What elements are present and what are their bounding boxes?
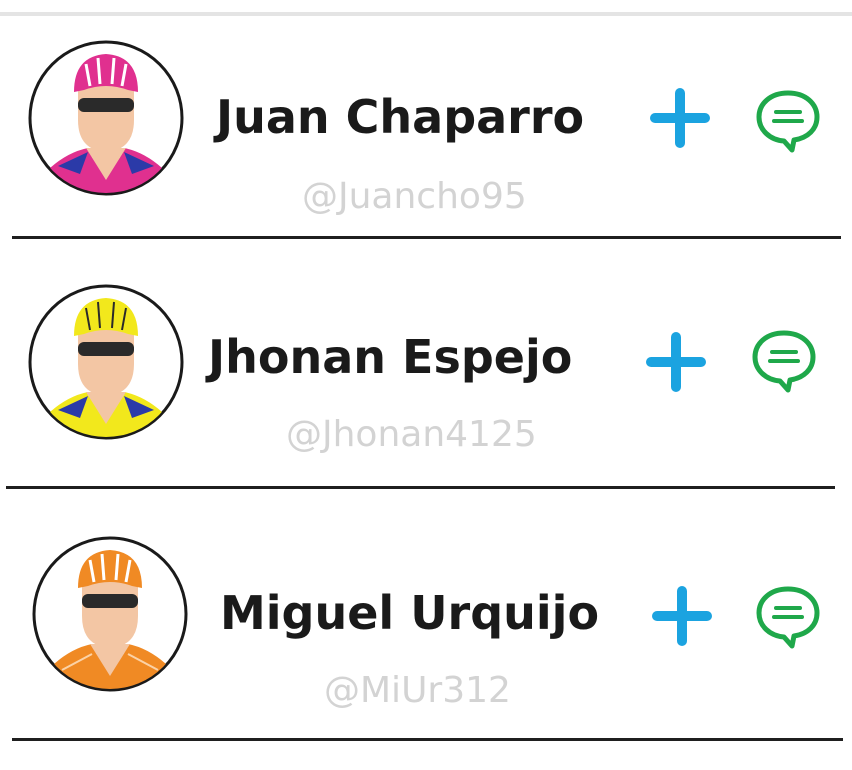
contact-handle: @Jhonan4125: [286, 414, 537, 455]
message-button[interactable]: [754, 584, 822, 650]
contact-list: Juan Chaparro @Juancho95 Jhonan Espejo @…: [0, 0, 852, 770]
contact-card[interactable]: Juan Chaparro @Juancho95: [0, 28, 852, 268]
contact-name: Jhonan Espejo: [208, 330, 573, 384]
cyclist-avatar-icon: [28, 40, 184, 196]
plus-icon: [652, 586, 712, 646]
row-divider: [6, 486, 835, 489]
add-contact-button[interactable]: [646, 84, 714, 152]
cyclist-avatar-icon: [28, 284, 184, 440]
add-contact-button[interactable]: [648, 582, 716, 650]
chat-bubble-icon: [756, 90, 820, 153]
top-divider: [0, 12, 852, 16]
avatar[interactable]: [28, 284, 184, 440]
contact-handle: @Juancho95: [302, 176, 527, 217]
contact-card[interactable]: Jhonan Espejo @Jhonan4125: [0, 276, 852, 516]
avatar[interactable]: [32, 536, 188, 692]
avatar[interactable]: [28, 40, 184, 196]
contact-name: Miguel Urquijo: [220, 586, 600, 640]
cyclist-avatar-icon: [32, 536, 188, 692]
contact-name: Juan Chaparro: [216, 90, 585, 144]
add-contact-button[interactable]: [642, 328, 710, 396]
row-divider: [12, 738, 843, 741]
message-button[interactable]: [754, 88, 822, 154]
chat-bubble-icon: [756, 586, 820, 649]
row-divider: [12, 236, 841, 239]
message-button[interactable]: [750, 328, 818, 394]
chat-bubble-icon: [752, 330, 816, 393]
plus-icon: [646, 332, 706, 392]
plus-icon: [650, 88, 710, 148]
contact-handle: @MiUr312: [324, 670, 511, 711]
contact-card[interactable]: Miguel Urquijo @MiUr312: [0, 528, 852, 768]
